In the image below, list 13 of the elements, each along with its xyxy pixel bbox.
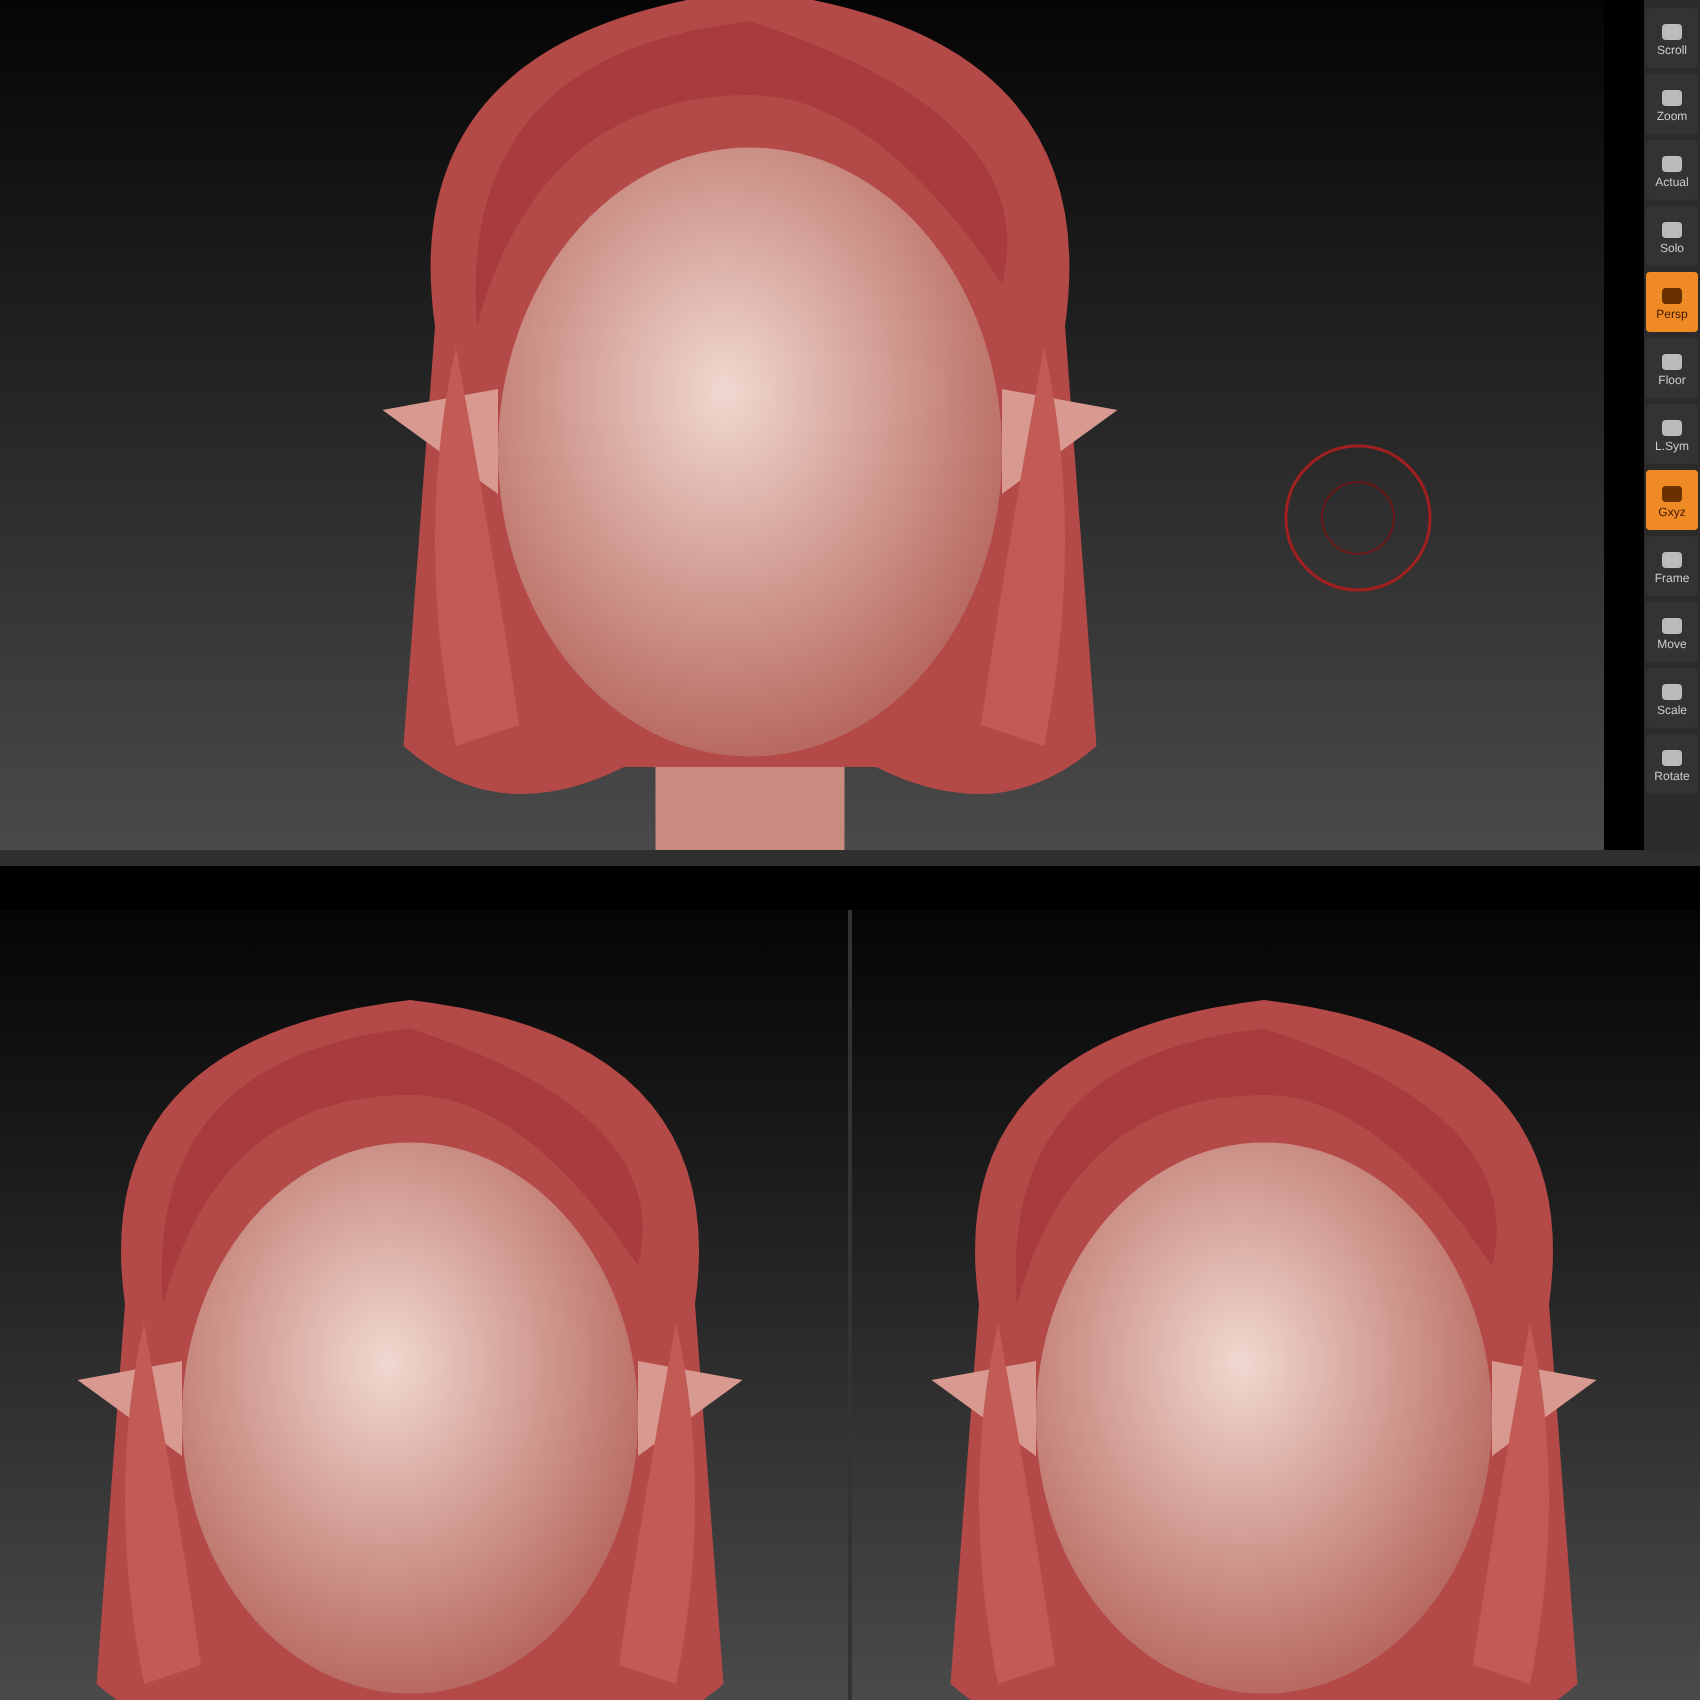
tool-icon [1658,547,1686,571]
tool-icon [1658,679,1686,703]
tool-icon [1658,283,1686,307]
tool-icon [1658,745,1686,769]
tool-icon [1658,349,1686,373]
tool-icon [1658,481,1686,505]
tool-icon [1658,85,1686,109]
tool-icon [1658,19,1686,43]
brush-cursor-icon [1282,442,1434,594]
tool-icon [1658,613,1686,637]
tool-icon [1658,217,1686,241]
tool-icon [1658,151,1686,175]
tool-icon [1658,415,1686,439]
